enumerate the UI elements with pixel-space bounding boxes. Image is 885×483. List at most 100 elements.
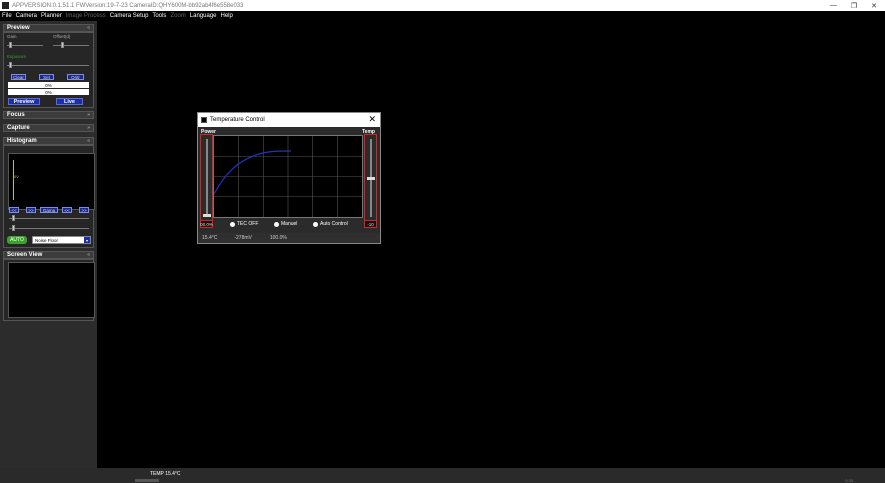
menu-file[interactable]: File — [2, 13, 12, 19]
clear-button[interactable]: Clear — [11, 74, 26, 80]
radio-auto-control[interactable]: Auto Control — [313, 221, 348, 227]
gain-slider-knob[interactable] — [9, 42, 12, 48]
exposure-slider-track[interactable] — [7, 65, 89, 66]
histogram-slider-1-knob[interactable] — [12, 215, 15, 221]
menu-camera-setup[interactable]: Camera Setup — [110, 13, 149, 19]
dialog-title: Temperature Control — [210, 117, 265, 123]
expand-icon: » — [87, 125, 90, 131]
histogram-section-title: Histogram — [7, 138, 37, 144]
histogram-slider-2-knob[interactable] — [12, 225, 15, 231]
progress-bar-1: 0% — [8, 82, 89, 88]
capture-section-header[interactable]: Capture » — [3, 124, 94, 132]
radio-manuel-label: Manuel — [281, 221, 298, 227]
radio-tec-off[interactable]: TEC OFF — [230, 221, 258, 227]
expand-icon: » — [87, 112, 90, 118]
auto-button[interactable]: AUTO — [7, 236, 27, 244]
menu-help[interactable]: Help — [220, 13, 232, 19]
collapse-icon: « — [87, 138, 90, 144]
power-value-box: 00.0% — [200, 220, 213, 228]
screen-view-display[interactable] — [8, 262, 95, 318]
temp-slider[interactable] — [364, 134, 377, 223]
status-temperature: 15.4°C — [202, 235, 218, 241]
offset-slider-track[interactable] — [53, 45, 89, 46]
exposure-label: Exposure — [7, 54, 27, 59]
temp-value-box[interactable]: -10 — [364, 220, 377, 228]
histogram-section-body: 0V << >> Gama << >> AUTO Noise Floor ▾ — [3, 145, 95, 248]
image-canvas[interactable] — [97, 21, 885, 468]
histogram-right-button[interactable]: >> — [26, 207, 36, 213]
dialog-icon — [201, 117, 207, 123]
histogram-section-header[interactable]: Histogram « — [3, 137, 94, 145]
power-slider-track — [206, 139, 208, 217]
noise-floor-value: Noise Floor — [35, 237, 59, 243]
preview-button[interactable]: Preview — [8, 98, 40, 105]
menu-image-process[interactable]: Image Process — [66, 13, 106, 19]
temperature-chart — [213, 135, 363, 218]
menu-tools[interactable]: Tools — [152, 13, 166, 19]
left-control-panel: Preview « Gain Offset(d) Exposure Clear … — [0, 21, 97, 468]
radio-auto-control-label: Auto Control — [320, 221, 348, 227]
radio-manuel[interactable]: Manuel — [274, 221, 297, 227]
gama-button[interactable]: Gama — [40, 207, 58, 213]
close-button[interactable]: ✕ — [871, 2, 877, 10]
power-slider[interactable] — [200, 134, 213, 223]
menu-bar: File Camera Planner Image Process Camera… — [0, 11, 885, 20]
progress-bar-2: 0% — [8, 89, 89, 95]
temperature-control-dialog: Temperature Control ✕ Power Temp 00.0% -… — [197, 112, 381, 244]
status-voltage: -278mV — [234, 235, 252, 241]
oritr-button[interactable]: Oritr — [67, 74, 84, 80]
histogram-slider-2-track[interactable] — [9, 228, 89, 229]
live-button[interactable]: Live — [56, 98, 83, 105]
preview-section-header[interactable]: Preview « — [3, 24, 94, 32]
noise-floor-select[interactable]: Noise Floor ▾ — [32, 236, 91, 244]
histogram-display: 0V — [8, 153, 95, 210]
radio-circle-icon — [274, 221, 279, 227]
menu-zoom[interactable]: Zoom — [170, 13, 185, 19]
histogram-y-label: 0V — [14, 174, 19, 179]
dialog-status-bar: 15.4°C -278mV 100.0% — [198, 233, 380, 243]
screen-view-section-body — [3, 259, 95, 321]
exposure-slider-knob[interactable] — [9, 62, 12, 68]
radio-tec-off-label: TEC OFF — [237, 221, 259, 227]
histogram-level-line — [13, 160, 14, 200]
collapse-icon: « — [87, 252, 90, 258]
histogram-left-button[interactable]: << — [9, 207, 19, 213]
status-temp-readout: TEMP 15.4°C — [150, 471, 181, 477]
offset-slider-knob[interactable] — [61, 42, 64, 48]
maximize-button[interactable]: ❐ — [851, 2, 857, 10]
collapse-icon: « — [87, 25, 90, 31]
power-slider-knob[interactable] — [203, 214, 211, 217]
status-bar: TEMP 15.4°C 0:33 — [0, 468, 885, 483]
histogram-slider-1-track[interactable] — [9, 218, 89, 219]
status-power-percent: 100.0% — [269, 235, 287, 241]
set-button[interactable]: Set — [39, 74, 54, 80]
horizontal-scrollbar[interactable] — [135, 479, 159, 482]
window-titlebar: APPVERSION:0.1.51.1 FWVersion:19-7-23 Ca… — [0, 0, 885, 11]
menu-language[interactable]: Language — [190, 13, 217, 19]
temperature-chart-svg — [213, 136, 362, 217]
temp-slider-knob[interactable] — [367, 176, 375, 180]
gain-label: Gain — [7, 34, 17, 39]
app-icon — [2, 2, 9, 9]
chevron-down-icon: ▾ — [84, 237, 90, 243]
gama-left-button[interactable]: << — [62, 207, 72, 213]
screen-view-section-title: Screen View — [7, 252, 43, 258]
focus-section-header[interactable]: Focus » — [3, 111, 94, 119]
offset-label: Offset(d) — [53, 34, 71, 39]
status-right-text: 0:33 — [845, 478, 853, 483]
dialog-titlebar: Temperature Control ✕ — [198, 113, 380, 127]
radio-circle-icon — [230, 221, 235, 227]
menu-planner[interactable]: Planner — [41, 13, 62, 19]
preview-section-body: Gain Offset(d) Exposure Clear Set Oritr … — [3, 32, 94, 108]
radio-circle-icon — [313, 221, 318, 227]
window-title: APPVERSION:0.1.51.1 FWVersion:19-7-23 Ca… — [12, 2, 244, 9]
preview-section-title: Preview — [7, 25, 30, 31]
menu-camera[interactable]: Camera — [16, 13, 37, 19]
screen-view-section-header[interactable]: Screen View « — [3, 251, 94, 259]
focus-section-title: Focus — [7, 112, 25, 118]
minimize-button[interactable]: — — [830, 2, 837, 9]
gama-right-button[interactable]: >> — [79, 207, 89, 213]
dialog-close-button[interactable]: ✕ — [368, 114, 376, 125]
capture-section-title: Capture — [7, 125, 30, 131]
gain-slider-track[interactable] — [7, 45, 43, 46]
